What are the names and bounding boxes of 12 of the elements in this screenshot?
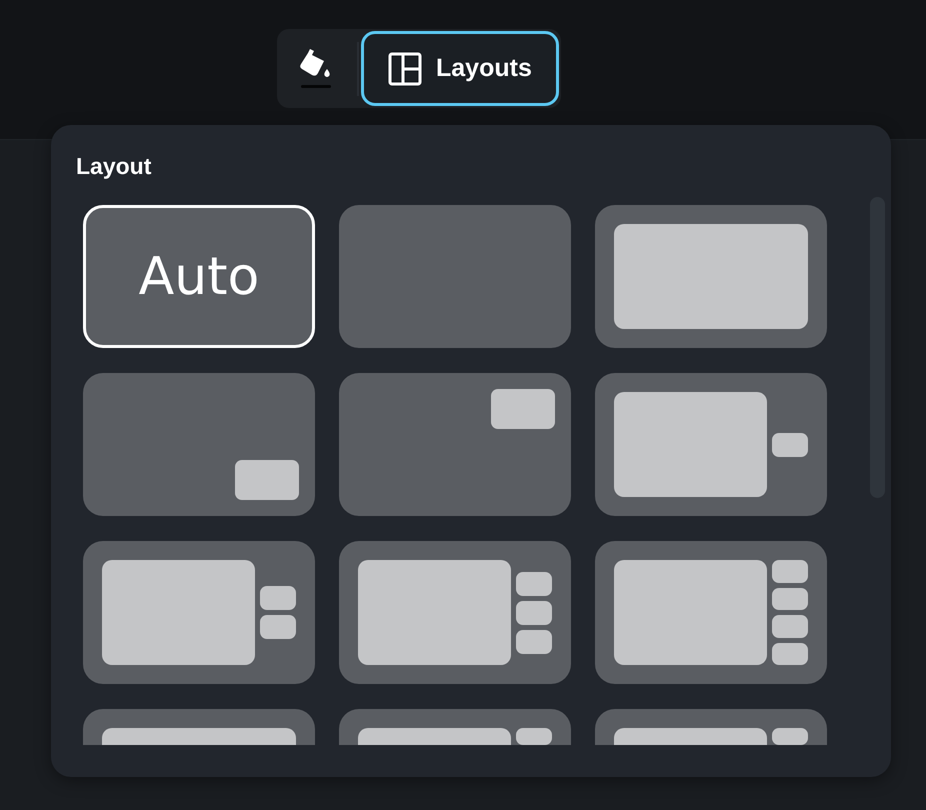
full-layout-option[interactable]: [595, 205, 827, 348]
side-layout-option[interactable]: [595, 541, 827, 684]
side-layout-option[interactable]: [83, 541, 315, 684]
auto-layout-option[interactable]: Auto: [83, 205, 315, 348]
paint-bucket-icon: [298, 46, 334, 90]
layout-icon: [388, 52, 422, 86]
popover-title: Layout: [76, 153, 152, 180]
side-layout-option[interactable]: [339, 541, 571, 684]
side-layout-option[interactable]: [595, 373, 827, 516]
corner-layout-option[interactable]: [339, 373, 571, 516]
corner-layout-option[interactable]: [83, 373, 315, 516]
layouts-button[interactable]: Layouts: [361, 31, 559, 106]
